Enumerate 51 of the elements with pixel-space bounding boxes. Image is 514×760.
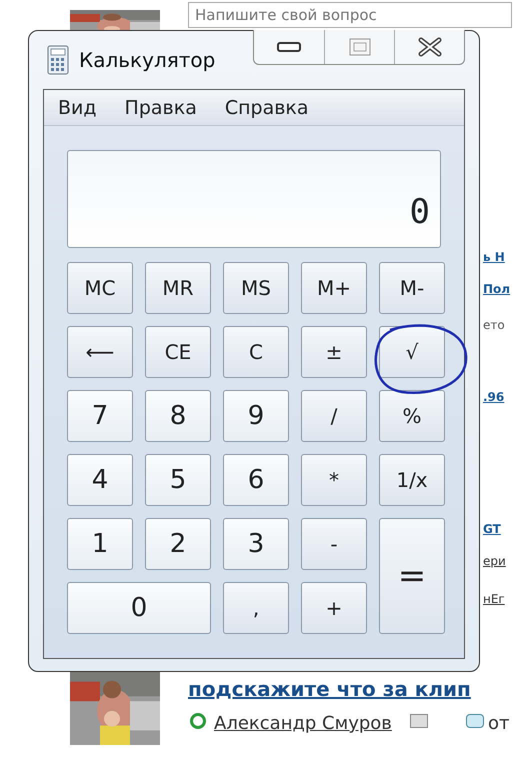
key-button[interactable]: 3	[223, 518, 289, 570]
key-button[interactable]: M-	[379, 262, 445, 314]
key-button[interactable]: M+	[301, 262, 367, 314]
at-icon	[190, 713, 206, 729]
text-fragment: .96	[483, 389, 504, 406]
window-title: Калькулятор	[79, 47, 216, 74]
key-button[interactable]: ,	[223, 582, 289, 634]
key-button[interactable]: *	[301, 454, 367, 506]
key-button[interactable]: =	[379, 518, 445, 634]
key-button[interactable]: MC	[67, 262, 133, 314]
key-button[interactable]: 7	[67, 390, 133, 442]
key-button[interactable]: ±	[301, 326, 367, 378]
text-fragment: нЕг	[483, 591, 505, 608]
mail-icon	[410, 714, 428, 728]
key-button[interactable]: 6	[223, 454, 289, 506]
text-fragment: GT	[483, 521, 501, 538]
key-button[interactable]: 0	[67, 582, 211, 634]
key-button[interactable]: 1	[67, 518, 133, 570]
display-value: 0	[410, 195, 430, 229]
text-fragment: Пол	[483, 281, 510, 298]
menu-item[interactable]: Справка	[224, 94, 309, 121]
post-title-link[interactable]: подскажите что за клип	[188, 674, 471, 704]
text-fragment: ь Н	[483, 249, 505, 266]
comment-icon	[466, 714, 484, 728]
text-fragment: ето	[483, 317, 505, 334]
key-button[interactable]: MR	[145, 262, 211, 314]
answers-text: от	[488, 712, 510, 736]
question-field[interactable]: Напишите свой вопрос	[188, 2, 512, 28]
key-button[interactable]: 4	[67, 454, 133, 506]
minimize-icon	[277, 41, 301, 53]
close-icon	[418, 37, 442, 57]
menu-item[interactable]: Правка	[124, 94, 197, 121]
key-button[interactable]: 8	[145, 390, 211, 442]
menu-item[interactable]: Вид	[58, 94, 97, 121]
key-button[interactable]: MS	[223, 262, 289, 314]
key-button[interactable]: √	[379, 326, 445, 378]
key-button[interactable]: C	[223, 326, 289, 378]
author-link[interactable]: Александр Смуров	[214, 710, 392, 737]
key-button[interactable]: 9	[223, 390, 289, 442]
key-button[interactable]: %	[379, 390, 445, 442]
maximize-icon	[348, 38, 370, 56]
key-button[interactable]: 5	[145, 454, 211, 506]
key-button[interactable]: 2	[145, 518, 211, 570]
key-button[interactable]: CE	[145, 326, 211, 378]
text-fragment: ери	[483, 553, 506, 570]
key-button[interactable]: -	[301, 518, 367, 570]
key-button[interactable]: /	[301, 390, 367, 442]
calculator-icon	[47, 45, 69, 75]
key-button[interactable]: +	[301, 582, 367, 634]
key-button[interactable]: ⟵	[67, 326, 133, 378]
key-button[interactable]: 1/x	[379, 454, 445, 506]
